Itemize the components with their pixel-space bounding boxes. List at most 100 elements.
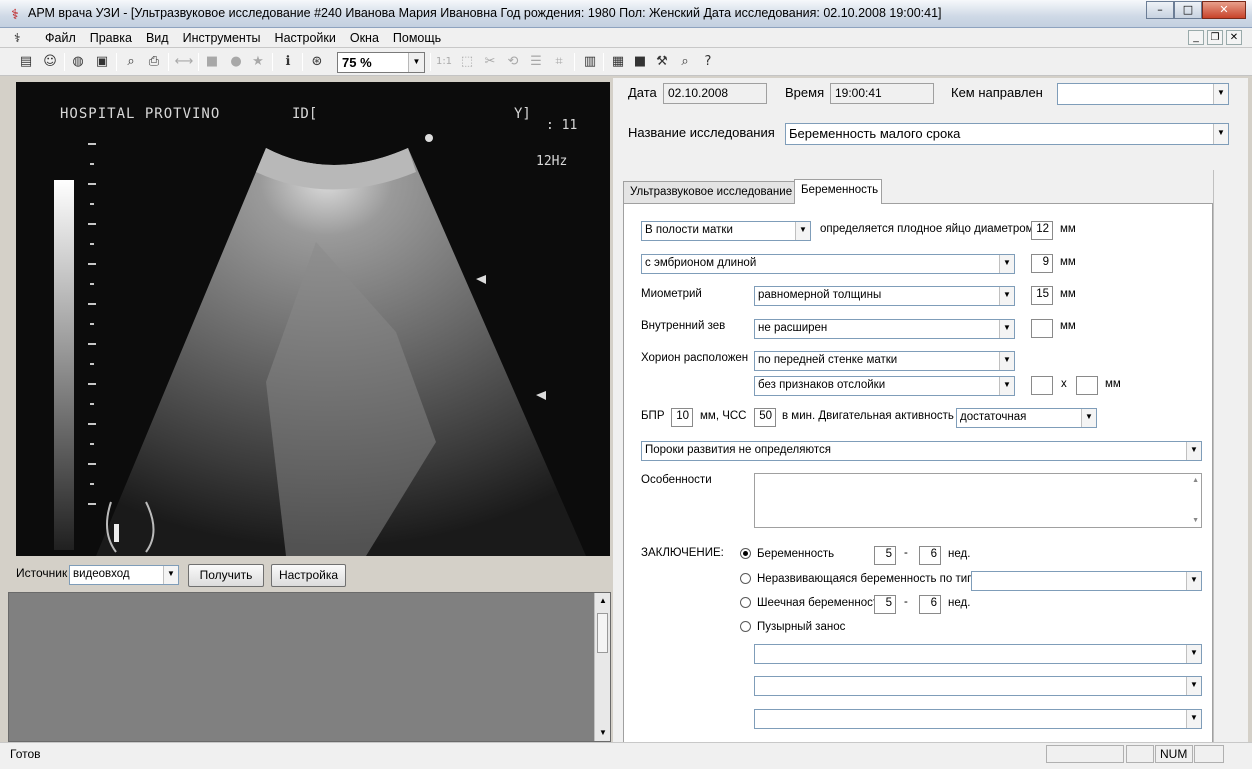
- list-icon[interactable]: ☰: [526, 52, 546, 72]
- os-select[interactable]: не расширен ▼: [754, 319, 1015, 339]
- mdi-restore-button[interactable]: ❐: [1207, 30, 1223, 45]
- zoom-fit-icon[interactable]: ⊛: [307, 52, 327, 72]
- barcode-icon[interactable]: ▦: [608, 52, 628, 72]
- radio-pregnancy[interactable]: [740, 548, 751, 559]
- embryo-length-input[interactable]: 9: [1031, 254, 1053, 273]
- chevron-down-icon[interactable]: ▼: [999, 320, 1014, 338]
- chevron-down-icon[interactable]: ▼: [1186, 677, 1201, 695]
- exam-name-select[interactable]: Беременность малого срока ▼: [785, 123, 1229, 145]
- tab-ultrasound[interactable]: Ультразвуковое исследование: [623, 181, 795, 203]
- mdi-close-button[interactable]: ✕: [1226, 30, 1242, 45]
- select-rect-icon[interactable]: ⬚: [457, 52, 477, 72]
- referred-select[interactable]: ▼: [1057, 83, 1229, 105]
- info-icon[interactable]: ℹ: [278, 52, 298, 72]
- scroll-up-icon[interactable]: ▲: [595, 593, 611, 609]
- radio-mole[interactable]: [740, 621, 751, 632]
- print-icon[interactable]: ⎙: [144, 52, 164, 72]
- chevron-down-icon[interactable]: ▼: [999, 255, 1014, 273]
- embryo-select[interactable]: с эмбрионом длиной ▼: [641, 254, 1015, 274]
- features-textarea[interactable]: ▲ ▼: [754, 473, 1202, 528]
- menu-item-4[interactable]: Настройки: [268, 31, 343, 45]
- chevron-down-icon[interactable]: ▼: [1186, 645, 1201, 663]
- scroll-down-icon[interactable]: ▼: [1192, 517, 1199, 524]
- menu-item-0[interactable]: Файл: [38, 31, 83, 45]
- extra-select-2[interactable]: ▼: [754, 676, 1202, 696]
- chorion-size-b-input[interactable]: [1076, 376, 1098, 395]
- pregnancy-weeks-to-input[interactable]: 6: [919, 546, 941, 565]
- scroll-down-icon[interactable]: ▼: [595, 725, 611, 741]
- rotate-icon[interactable]: ⟲: [503, 52, 523, 72]
- document-icon[interactable]: ⚕: [14, 30, 32, 46]
- egg-diameter-input[interactable]: 12: [1031, 221, 1053, 240]
- location-select[interactable]: В полости матки ▼: [641, 221, 811, 241]
- myometrium-select[interactable]: равномерной толщины ▼: [754, 286, 1015, 306]
- chevron-down-icon[interactable]: ▼: [1186, 710, 1201, 728]
- chevron-down-icon[interactable]: ▼: [999, 287, 1014, 305]
- cut-icon[interactable]: ✂: [480, 52, 500, 72]
- circle-icon[interactable]: ●: [226, 52, 246, 72]
- chevron-down-icon[interactable]: ▼: [1081, 409, 1096, 427]
- chevron-down-icon[interactable]: ▼: [999, 352, 1014, 370]
- menu-item-6[interactable]: Помощь: [386, 31, 448, 45]
- thumbnail-scrollbar[interactable]: ▲ ▼: [594, 593, 610, 741]
- scroll-thumb[interactable]: [597, 613, 608, 653]
- source-select[interactable]: видеовход ▼: [69, 565, 179, 585]
- minimize-button[interactable]: –: [1146, 1, 1174, 19]
- hr-input[interactable]: 50: [754, 408, 776, 427]
- extra-select-1[interactable]: ▼: [754, 644, 1202, 664]
- menu-item-1[interactable]: Правка: [83, 31, 139, 45]
- patients-icon[interactable]: ▤: [16, 52, 36, 72]
- people-icon[interactable]: ☺: [40, 52, 60, 72]
- chevron-down-icon[interactable]: ▼: [1186, 442, 1201, 460]
- globe-icon[interactable]: ◍: [68, 52, 88, 72]
- cervical-weeks-to-input[interactable]: 6: [919, 595, 941, 614]
- help-icon[interactable]: ?: [698, 52, 718, 72]
- chorion-location-select[interactable]: по передней стенке матки ▼: [754, 351, 1015, 371]
- chorion-detach-select[interactable]: без признаков отслойки ▼: [754, 376, 1015, 396]
- source-settings-button[interactable]: Настройка: [271, 564, 346, 587]
- cervical-weeks-from-input[interactable]: 5: [874, 595, 896, 614]
- defects-select[interactable]: Пороки развития не определяются ▼: [641, 441, 1202, 461]
- scale-1-1-icon[interactable]: 1:1: [434, 52, 454, 72]
- zoom-select[interactable]: 75 % ▼: [337, 52, 425, 73]
- stop-icon[interactable]: ■: [630, 52, 650, 72]
- pregnancy-weeks-from-input[interactable]: 5: [874, 546, 896, 565]
- get-button[interactable]: Получить: [188, 564, 264, 587]
- crop-icon[interactable]: ⌗: [549, 52, 569, 72]
- os-input[interactable]: [1031, 319, 1053, 338]
- chevron-down-icon[interactable]: ▼: [1213, 124, 1228, 144]
- mdi-minimize-button[interactable]: _: [1188, 30, 1204, 45]
- menu-item-2[interactable]: Вид: [139, 31, 176, 45]
- save-icon[interactable]: ▣: [92, 52, 112, 72]
- myometrium-input[interactable]: 15: [1031, 286, 1053, 305]
- bpr-input[interactable]: 10: [671, 408, 693, 427]
- date-field[interactable]: 02.10.2008: [663, 83, 767, 104]
- tab-pregnancy[interactable]: Беременность: [794, 179, 882, 204]
- close-button[interactable]: ✕: [1202, 1, 1246, 19]
- square-icon[interactable]: ■: [202, 52, 222, 72]
- chevron-down-icon[interactable]: ▼: [1213, 84, 1228, 104]
- chevron-down-icon[interactable]: ▼: [1186, 572, 1201, 590]
- chevron-down-icon[interactable]: ▼: [999, 377, 1014, 395]
- extra-select-3[interactable]: ▼: [754, 709, 1202, 729]
- chevron-down-icon[interactable]: ▼: [795, 222, 810, 240]
- form-scrollbar[interactable]: [1213, 170, 1223, 742]
- menu-item-5[interactable]: Окна: [343, 31, 386, 45]
- radio-cervical[interactable]: [740, 597, 751, 608]
- radio-nondeveloping[interactable]: [740, 573, 751, 584]
- nondeveloping-type-select[interactable]: ▼: [971, 571, 1202, 591]
- time-field[interactable]: 19:00:41: [830, 83, 934, 104]
- tools-icon[interactable]: ⚒: [652, 52, 672, 72]
- maximize-button[interactable]: □: [1174, 1, 1202, 19]
- chevron-down-icon[interactable]: ▼: [408, 53, 424, 72]
- menu-item-3[interactable]: Инструменты: [176, 31, 268, 45]
- search-icon[interactable]: ⌕: [675, 52, 695, 72]
- print-preview-icon[interactable]: ⌕: [121, 52, 141, 72]
- report-icon[interactable]: ▥: [580, 52, 600, 72]
- measure-icon[interactable]: ⟷: [174, 52, 194, 72]
- chevron-down-icon[interactable]: ▼: [163, 566, 178, 584]
- star-icon[interactable]: ★: [248, 52, 268, 72]
- chorion-size-a-input[interactable]: [1031, 376, 1053, 395]
- motor-select[interactable]: достаточная ▼: [956, 408, 1097, 428]
- scroll-up-icon[interactable]: ▲: [1192, 477, 1199, 484]
